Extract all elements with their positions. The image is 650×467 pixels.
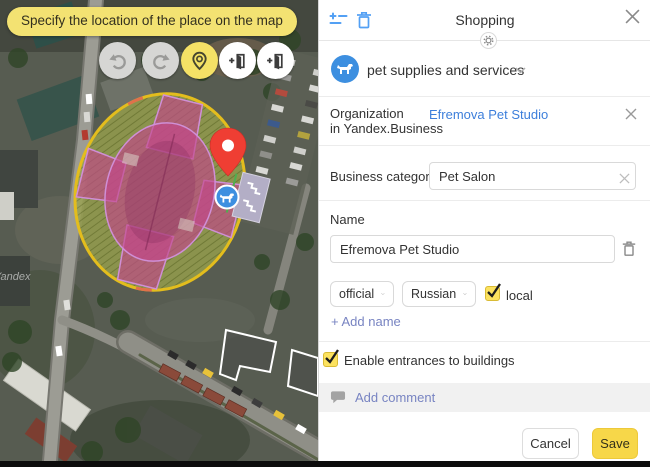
name-type-select[interactable]: official (330, 281, 394, 307)
local-checkbox[interactable] (485, 286, 500, 301)
divider (319, 341, 650, 342)
organization-link[interactable]: Efremova Pet Studio (429, 107, 548, 122)
local-label: local (506, 288, 533, 303)
window-bottom-bar (0, 461, 650, 467)
divider (319, 145, 650, 146)
place-location-button[interactable] (181, 42, 218, 79)
add-comment-link[interactable]: Add comment (355, 390, 435, 405)
redo-button[interactable] (142, 42, 179, 79)
edit-panel: Shopping pet supplies and services (318, 0, 650, 461)
delete-name-button[interactable] (621, 240, 637, 263)
chevron-down-icon (515, 67, 526, 74)
close-icon (625, 9, 640, 24)
panel-title: Shopping (319, 12, 650, 28)
door-plus-icon (265, 50, 286, 71)
remove-organization-button[interactable] (625, 107, 637, 125)
comment-band: Add comment (319, 383, 650, 412)
map-toolbar (99, 42, 295, 79)
name-input[interactable] (330, 235, 615, 263)
undo-arrow-icon (108, 51, 128, 71)
close-icon (625, 108, 637, 120)
business-category-label: Business category (330, 169, 436, 184)
add-name-link[interactable]: + Add name (331, 314, 401, 329)
business-category-input[interactable] (429, 162, 636, 190)
dog-icon (335, 59, 355, 79)
map-hint-text: Specify the location of the place on the… (21, 13, 283, 28)
undo-button[interactable] (99, 42, 136, 79)
enable-entrances-label: Enable entrances to buildings (344, 353, 515, 368)
door-plus-icon (227, 50, 248, 71)
map-hint-tooltip: Specify the location of the place on the… (7, 7, 297, 36)
close-icon (619, 173, 630, 184)
map-editor-window: Yandex Specify the location of the place… (0, 0, 650, 467)
chevron-down-icon (463, 291, 467, 297)
name-label: Name (330, 212, 365, 227)
category-selector[interactable]: pet supplies and services (319, 42, 650, 97)
cancel-button[interactable]: Cancel (522, 428, 579, 459)
add-entrance-alt-button[interactable] (257, 42, 294, 79)
poi-dog-marker[interactable] (216, 186, 239, 209)
category-dog-badge (331, 55, 359, 83)
divider (319, 200, 650, 201)
redo-arrow-icon (151, 51, 171, 71)
clear-business-category-button[interactable] (619, 171, 630, 189)
save-button[interactable]: Save (592, 428, 638, 459)
add-entrance-button[interactable] (219, 42, 256, 79)
chevron-down-icon (381, 291, 385, 297)
close-panel-button[interactable] (625, 9, 640, 29)
trash-icon (621, 240, 637, 258)
checkmark-icon (485, 281, 503, 300)
enable-entrances-checkbox[interactable] (323, 352, 338, 367)
checkmark-icon (323, 347, 341, 366)
name-language-select[interactable]: Russian (402, 281, 476, 307)
map-canvas[interactable]: Yandex Specify the location of the place… (0, 0, 318, 461)
map-watermark: Yandex (0, 271, 31, 283)
panel-footer: Cancel Save (319, 412, 650, 461)
comment-bubble-icon (330, 390, 346, 405)
location-pin-icon (189, 50, 210, 71)
organization-label: Organization in Yandex.Business (330, 106, 443, 136)
category-label: pet supplies and services (367, 62, 524, 78)
